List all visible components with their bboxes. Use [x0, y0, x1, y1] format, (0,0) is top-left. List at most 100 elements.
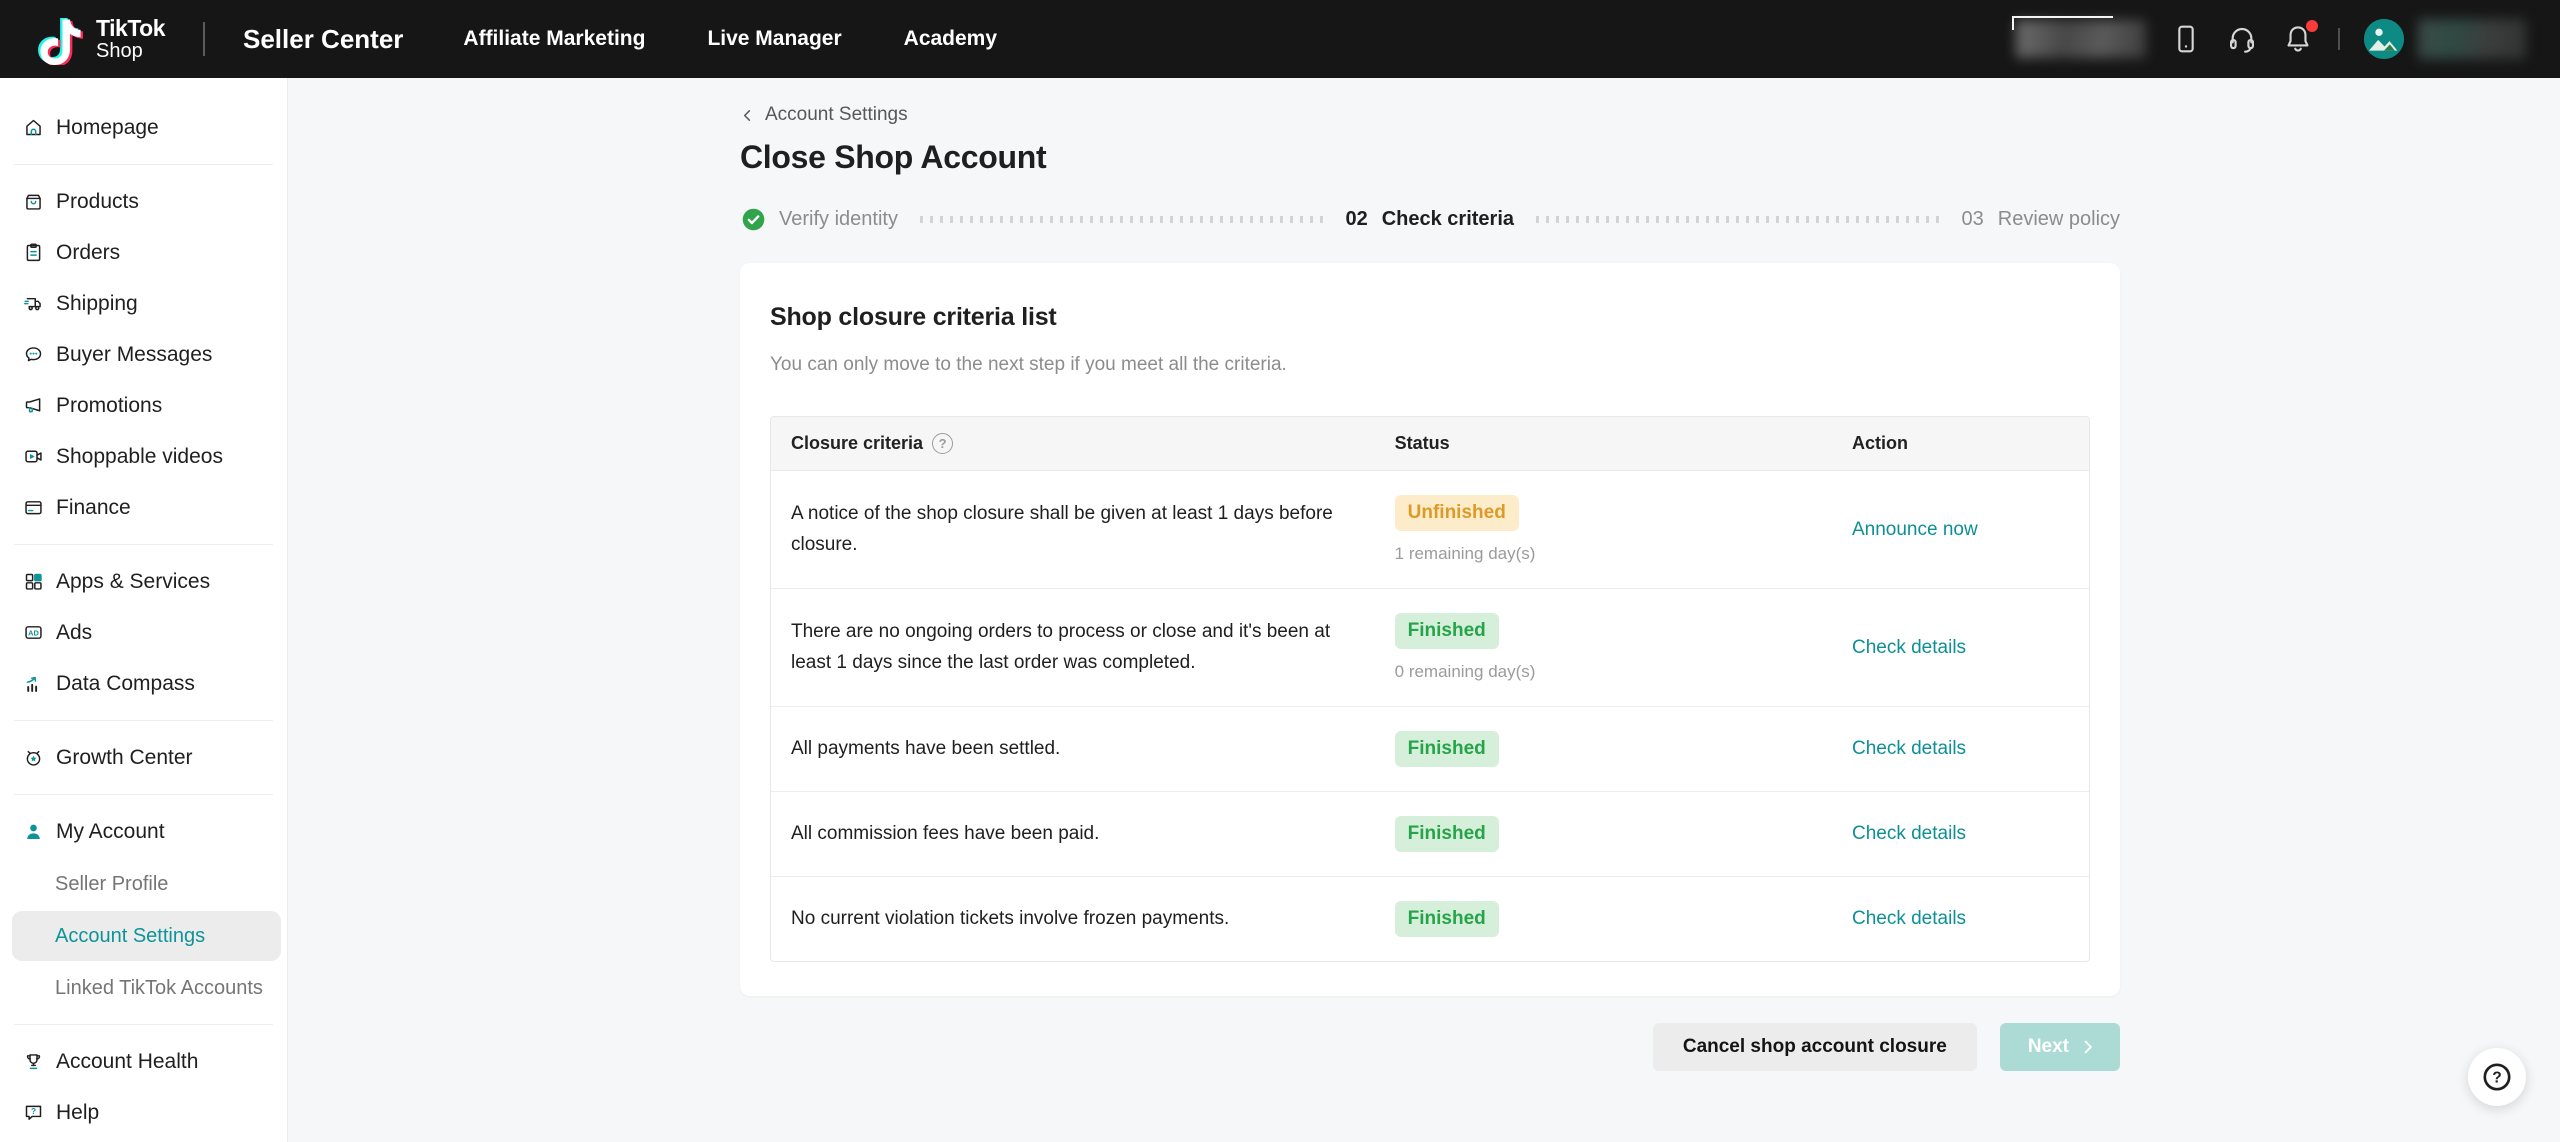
sidebar-label: Data Compass	[56, 672, 195, 696]
help-floating-button[interactable]: ?	[2468, 1048, 2526, 1106]
next-button[interactable]: Next	[2000, 1023, 2120, 1071]
sidebar-item-shoppable-videos[interactable]: Shoppable videos	[0, 431, 287, 482]
check-details-link[interactable]: Check details	[1852, 823, 1966, 844]
svg-text:?: ?	[31, 1106, 36, 1116]
step-review-policy: 03 Review policy	[1962, 208, 2121, 231]
check-details-link[interactable]: Check details	[1852, 738, 1966, 759]
table-row: All payments have been settled. Finished…	[771, 707, 2089, 792]
brand-line2: Shop	[96, 41, 165, 61]
tiktok-shop-logo[interactable]: TikTok Shop	[34, 13, 165, 65]
growth-icon	[23, 747, 44, 768]
column-status: Status	[1375, 417, 1832, 471]
sidebar-label: Account Settings	[55, 925, 205, 948]
table-row: There are no ongoing orders to process o…	[771, 589, 2089, 707]
sidebar-item-promotions[interactable]: Promotions	[0, 380, 287, 431]
nav-live-manager[interactable]: Live Manager	[707, 27, 841, 51]
finance-icon	[23, 497, 44, 518]
sidebar-item-apps-services[interactable]: Apps & Services	[0, 556, 287, 607]
account-health-icon	[23, 1051, 44, 1072]
sidebar-item-orders[interactable]: Orders	[0, 227, 287, 278]
table-row: No current violation tickets involve fro…	[771, 877, 2089, 962]
check-details-link[interactable]: Check details	[1852, 908, 1966, 929]
nav-seller-center[interactable]: Seller Center	[243, 24, 403, 55]
sidebar-item-finance[interactable]: Finance	[0, 482, 287, 533]
sidebar-item-seller-profile[interactable]: Seller Profile	[12, 859, 281, 909]
step-connector	[1536, 216, 1940, 223]
chevron-right-icon	[2078, 1037, 2098, 1057]
sidebar-item-homepage[interactable]: Homepage	[0, 102, 287, 153]
step-done-check-icon	[740, 206, 767, 233]
orders-icon	[23, 242, 44, 263]
sidebar-label: Linked TikTok Accounts	[55, 977, 263, 1000]
mobile-app-icon[interactable]	[2170, 23, 2202, 55]
status-badge: Finished	[1395, 901, 1499, 937]
step-label: Verify identity	[779, 208, 898, 231]
help-icon: ?	[23, 1102, 44, 1123]
sidebar-label: Finance	[56, 496, 131, 520]
announce-now-link[interactable]: Announce now	[1852, 519, 1978, 540]
sidebar-label: Account Health	[56, 1050, 198, 1074]
nav-academy[interactable]: Academy	[904, 27, 997, 51]
sidebar-item-products[interactable]: Products	[0, 176, 287, 227]
cancel-shop-account-closure-button[interactable]: Cancel shop account closure	[1653, 1023, 1977, 1071]
sidebar-item-linked-tiktok-accounts[interactable]: Linked TikTok Accounts	[12, 963, 281, 1013]
apps-icon	[23, 571, 44, 592]
notifications-button[interactable]	[2282, 23, 2314, 55]
products-icon	[23, 191, 44, 212]
page-title: Close Shop Account	[740, 139, 2120, 176]
criteria-text: There are no ongoing orders to process o…	[791, 617, 1351, 679]
sidebar-item-ads[interactable]: AD Ads	[0, 607, 287, 658]
avatar-image	[2364, 19, 2404, 59]
sidebar-label: Ads	[56, 621, 92, 645]
sidebar-label: Help	[56, 1101, 99, 1125]
sidebar-divider	[14, 164, 273, 165]
check-details-link[interactable]: Check details	[1852, 637, 1966, 658]
sidebar-label: Shipping	[56, 292, 138, 316]
ads-icon: AD	[23, 622, 44, 643]
status-badge: Finished	[1395, 816, 1499, 852]
sidebar-item-growth-center[interactable]: Growth Center	[0, 732, 287, 783]
criteria-table: Closure criteria ? Status Action A notic	[770, 416, 2090, 962]
svg-text:?: ?	[2492, 1069, 2502, 1086]
status-note: 0 remaining day(s)	[1395, 662, 1808, 682]
breadcrumb[interactable]: Account Settings	[740, 104, 908, 126]
table-row: All commission fees have been paid. Fini…	[771, 792, 2089, 877]
nav-affiliate-marketing[interactable]: Affiliate Marketing	[463, 27, 645, 51]
step-label: Check criteria	[1382, 208, 1514, 231]
step-check-criteria: 02 Check criteria	[1345, 208, 1514, 231]
footer-actions: Cancel shop account closure Next	[740, 1023, 2120, 1071]
column-closure-criteria: Closure criteria ?	[771, 417, 1375, 471]
status-badge: Unfinished	[1395, 495, 1519, 531]
sidebar-item-my-account[interactable]: My Account	[0, 806, 287, 857]
sidebar-item-buyer-messages[interactable]: Buyer Messages	[0, 329, 287, 380]
sidebar-label: Growth Center	[56, 746, 193, 770]
next-button-label: Next	[2028, 1036, 2069, 1058]
sidebar-divider	[14, 794, 273, 795]
sidebar-label: Products	[56, 190, 139, 214]
header-divider	[203, 22, 205, 56]
sidebar-item-data-compass[interactable]: Data Compass	[0, 658, 287, 709]
sidebar-divider	[14, 1024, 273, 1025]
table-header-row: Closure criteria ? Status Action	[771, 417, 2089, 471]
criteria-card: Shop closure criteria list You can only …	[740, 263, 2120, 996]
sidebar-label: Promotions	[56, 394, 162, 418]
brand-wordmark: TikTok Shop	[96, 17, 165, 61]
sidebar-item-account-settings[interactable]: Account Settings	[12, 911, 281, 961]
sidebar: Homepage Products Orders	[0, 78, 288, 1142]
step-number: 02	[1345, 208, 1367, 231]
sidebar-label: Seller Profile	[55, 873, 168, 896]
step-verify-identity: Verify identity	[740, 206, 898, 233]
status-badge: Finished	[1395, 731, 1499, 767]
video-icon	[23, 446, 44, 467]
sidebar-item-help[interactable]: ? Help	[0, 1087, 287, 1138]
criteria-text: No current violation tickets involve fro…	[791, 904, 1351, 935]
sidebar-item-account-health[interactable]: Account Health	[0, 1036, 287, 1087]
sidebar-item-shipping[interactable]: Shipping	[0, 278, 287, 329]
headset-support-icon[interactable]	[2226, 23, 2258, 55]
redaction-bracket	[2012, 16, 2113, 30]
header-nav: Affiliate Marketing Live Manager Academy	[463, 27, 997, 51]
my-account-icon	[23, 821, 44, 842]
avatar[interactable]	[2364, 19, 2404, 59]
stepper: Verify identity 02 Check criteria 03 Rev…	[740, 206, 2120, 233]
question-mark-icon[interactable]: ?	[932, 433, 953, 454]
